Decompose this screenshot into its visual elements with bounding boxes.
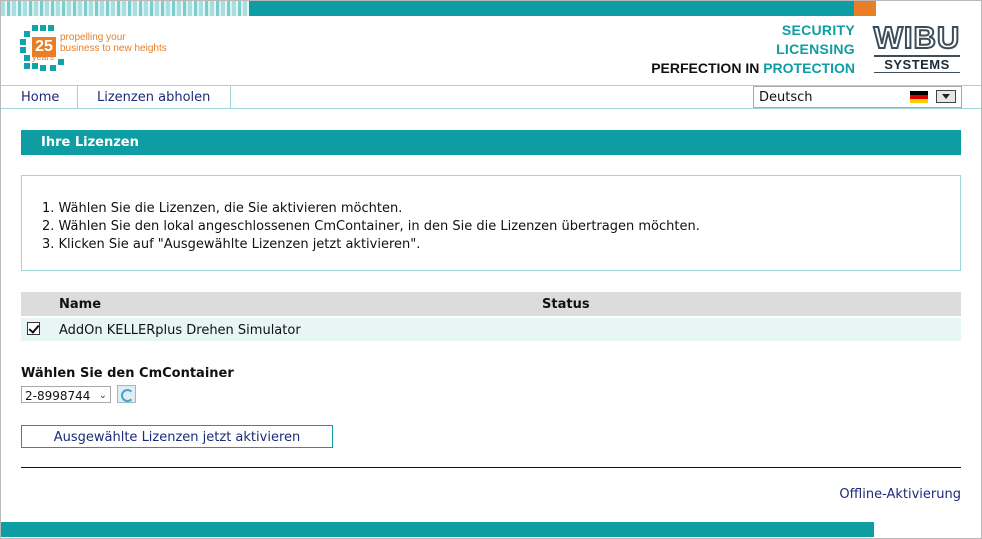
brand-protection-text: PROTECTION [763, 60, 855, 76]
brand-perfection: PERFECTION IN PROTECTION [651, 60, 855, 76]
instruction-item: 1. Wählen Sie die Lizenzen, die Sie akti… [42, 201, 403, 216]
wibu-rule-2 [874, 72, 960, 73]
instruction-item: 2. Wählen Sie den lokal angeschlossenen … [42, 219, 700, 234]
chevron-down-icon: ⌄ [98, 390, 107, 401]
wibu-logo: WIBU SYSTEMS [872, 20, 962, 74]
offline-activation-link[interactable]: Offline-Aktivierung [839, 487, 961, 502]
nav-separator [230, 86, 231, 108]
license-name: AddOn KELLERplus Drehen Simulator [59, 323, 301, 338]
section-title: Ihre Lizenzen [21, 130, 961, 155]
wibu-systems: SYSTEMS [884, 57, 950, 72]
german-flag-icon [910, 91, 928, 103]
cmcontainer-label: Wählen Sie den CmContainer [21, 366, 234, 381]
instructions-list: 1. Wählen Sie die Lizenzen, die Sie akti… [42, 200, 700, 254]
stripe-accent [854, 1, 876, 16]
divider [21, 467, 961, 468]
brand-security: SECURITY [781, 22, 855, 38]
section-title-text: Ihre Lizenzen [41, 135, 139, 150]
logo-years: years [32, 52, 55, 62]
tagline-line-1: propelling your [60, 32, 126, 43]
table-row: AddOn KELLERplus Drehen Simulator [21, 318, 961, 341]
column-status-header: Status [542, 297, 590, 312]
top-stripe [1, 1, 981, 16]
stripe-pattern [1, 1, 249, 16]
tagline-line-2: business to new heights [60, 43, 167, 54]
instructions-box: 1. Wählen Sie die Lizenzen, die Sie akti… [21, 175, 961, 271]
logo-tagline: propelling your business to new heights [60, 32, 167, 54]
wibu-wordmark: WIBU [873, 20, 961, 55]
column-name-header: Name [59, 297, 102, 312]
anniversary-logo: 25 years propelling your business to new… [20, 25, 180, 75]
brand-licensing: LICENSING [776, 41, 855, 57]
cmcontainer-value: 2-8998744 [25, 389, 91, 403]
nav-separator [77, 86, 78, 108]
refresh-icon[interactable] [117, 385, 136, 403]
cmcontainer-select[interactable]: 2-8998744 ⌄ [21, 386, 111, 403]
language-select[interactable]: Deutsch [753, 86, 962, 108]
license-checkbox[interactable] [27, 322, 40, 335]
dropdown-arrow-icon[interactable] [936, 90, 956, 103]
bottom-stripe [1, 522, 874, 537]
activate-licenses-button[interactable]: Ausgewählte Lizenzen jetzt aktivieren [21, 425, 333, 448]
brand-perfection-text: PERFECTION IN [651, 60, 760, 76]
nav-lizenzen-abholen[interactable]: Lizenzen abholen [97, 86, 210, 108]
language-value: Deutsch [759, 90, 813, 105]
instruction-item: 3. Klicken Sie auf "Ausgewählte Lizenzen… [42, 237, 421, 252]
nav-home[interactable]: Home [21, 86, 59, 108]
stripe-bar [249, 1, 854, 16]
table-header: Name Status [21, 292, 961, 316]
